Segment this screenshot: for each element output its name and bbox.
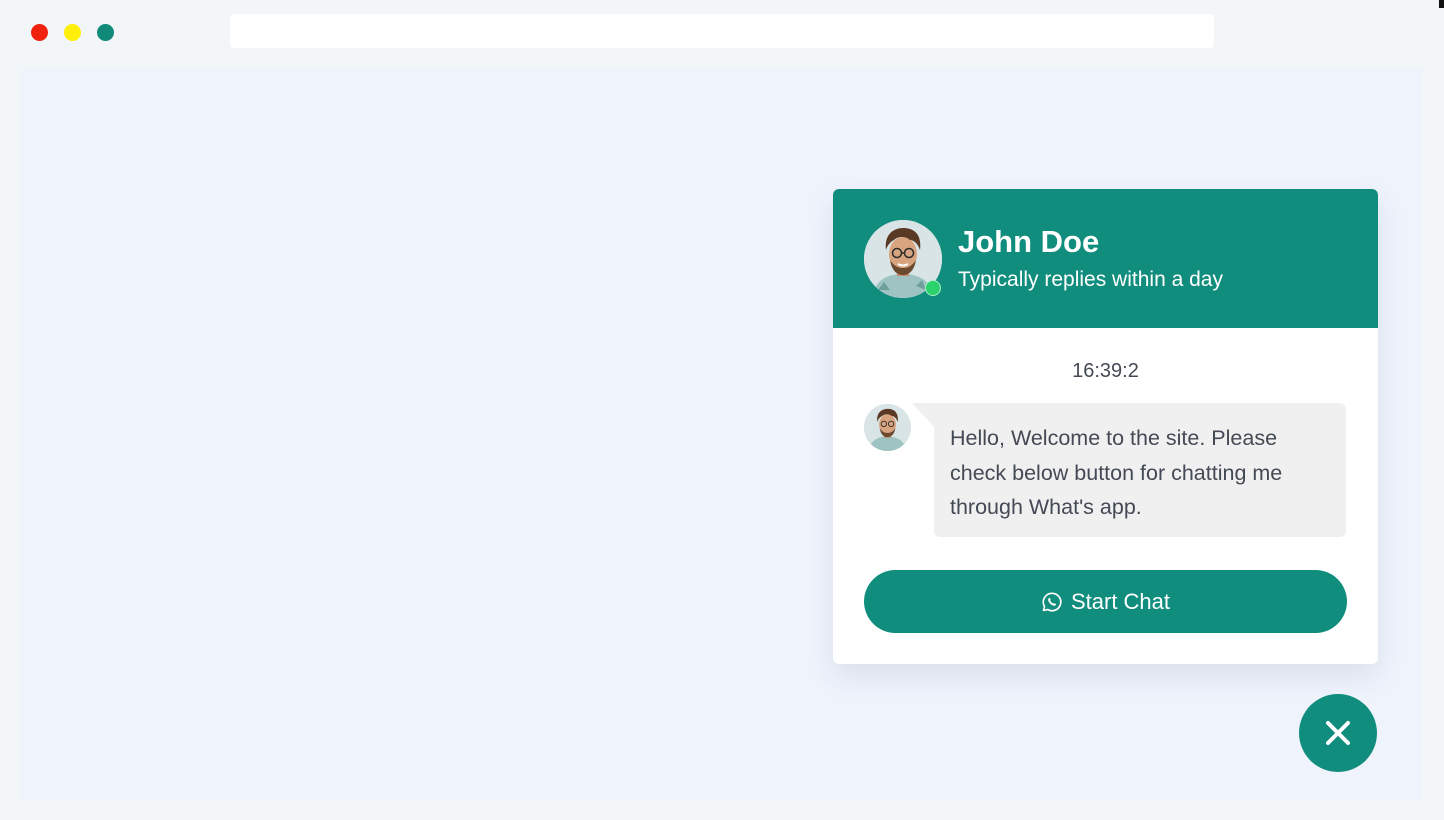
scrollbar-stub: [1439, 0, 1444, 8]
close-chat-fab[interactable]: [1299, 694, 1377, 772]
minimize-window-dot[interactable]: [64, 24, 81, 41]
online-status-dot: [925, 279, 941, 296]
chat-header: John Doe Typically replies within a day: [833, 189, 1378, 328]
address-bar[interactable]: [230, 14, 1214, 48]
agent-name: John Doe: [958, 223, 1100, 259]
whatsapp-icon: [1042, 591, 1062, 612]
start-chat-button[interactable]: Start Chat: [864, 570, 1347, 633]
maximize-window-dot[interactable]: [97, 24, 114, 41]
close-icon: [1326, 721, 1350, 745]
close-window-dot[interactable]: [31, 24, 48, 41]
agent-info: John Doe Typically replies within a day: [958, 224, 1223, 294]
message-timestamp: 16:39:2: [1072, 360, 1139, 382]
start-chat-label: Start Chat: [1070, 588, 1171, 614]
browser-window: John Doe Typically replies within a day …: [0, 0, 1444, 820]
agent-avatar-wrap: [864, 219, 942, 298]
agent-status: Typically replies within a day: [958, 267, 1223, 291]
window-controls: [31, 24, 114, 41]
